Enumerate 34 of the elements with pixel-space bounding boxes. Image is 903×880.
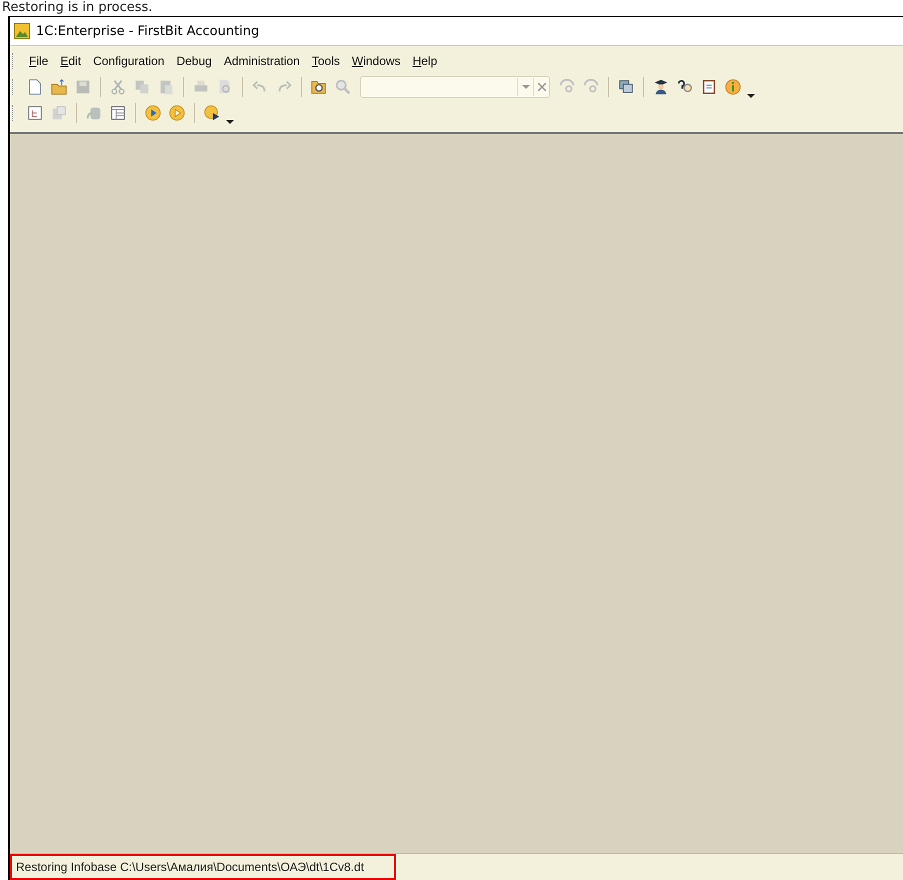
table-icon [109,104,127,122]
search-icon [334,78,352,96]
play-icon [144,104,162,122]
windows-icon [617,78,635,96]
floppy-icon [74,78,92,96]
document-icon [26,78,44,96]
menu-item[interactable]: Edit [55,52,86,70]
menu-item[interactable]: Configuration [88,52,170,70]
close-icon [538,83,546,91]
info-icon [724,78,742,96]
app-icon [14,23,30,39]
compare-icon [50,104,68,122]
folder-icon [50,78,68,96]
caption-text: Restoring is in process. [2,0,152,16]
debug-play-icon [203,104,221,122]
copy-icon [133,78,151,96]
menu-item[interactable]: Debug [171,52,217,70]
menu-item[interactable]: Help [408,52,442,70]
caret-icon [226,120,234,124]
tree-icon [26,104,44,122]
menu-item[interactable]: Tools [306,52,345,70]
menu-item[interactable]: File [24,52,54,70]
menu-item[interactable]: Windows [346,52,406,70]
play-icon [168,104,186,122]
folder-magnifier-icon [310,78,328,96]
clear-button[interactable] [533,78,549,96]
window-title: 1C:Enterprise - FirstBit Accounting [36,24,260,38]
search-field[interactable] [360,76,550,98]
scissors-icon [109,78,127,96]
caret-icon [522,85,530,89]
book-icon [700,78,718,96]
menu-item[interactable]: Administration [218,52,305,70]
status-text: Restoring Infobase C:\Users\Амалия\Documents\ОАЭ\dt\1Cv8.dt [10,854,396,880]
caret-icon [747,94,755,98]
